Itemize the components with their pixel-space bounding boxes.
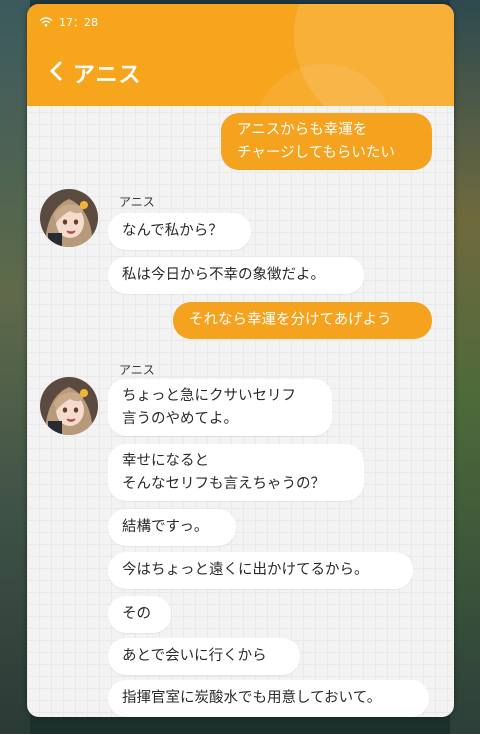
sender-name: アニス: [119, 195, 155, 209]
chevron-left-icon: [50, 61, 62, 81]
incoming-message: その: [108, 596, 171, 633]
incoming-message: 指揮官室に炭酸水でも用意しておいて。: [108, 680, 429, 717]
background-scene-left: [0, 0, 30, 734]
avatar: [40, 377, 98, 435]
incoming-message: ちょっと急にクサいセリフ 言うのやめてよ。: [108, 379, 332, 436]
status-bar: 17：28: [39, 14, 98, 30]
incoming-message: あとで会いに行くから: [108, 638, 300, 675]
status-time: 17：28: [59, 16, 98, 29]
avatar-image: [40, 377, 98, 435]
sender-name: アニス: [119, 363, 155, 377]
incoming-message: 私は今日から不幸の象徴だよ。: [108, 257, 364, 294]
avatar-image: [40, 189, 98, 247]
avatar: [40, 189, 98, 247]
chat-header: 17：28 アニス: [27, 4, 454, 106]
chat-panel: 17：28 アニス アニスからも幸運を チャージしてもらいたい アニス なんで私…: [27, 4, 454, 717]
incoming-message: 幸せになると そんなセリフも言えちゃうの？: [108, 444, 364, 501]
incoming-message: 結構ですっ。: [108, 509, 236, 546]
back-button[interactable]: [41, 54, 71, 88]
chat-title: アニス: [73, 63, 142, 88]
outgoing-message: それなら幸運を分けてあげよう: [173, 302, 432, 339]
incoming-message: 今はちょっと遠くに出かけてるから。: [108, 552, 413, 589]
incoming-message: なんで私から？: [108, 213, 251, 250]
outgoing-message: アニスからも幸運を チャージしてもらいたい: [221, 113, 432, 170]
background-scene-right: [450, 0, 480, 734]
wifi-icon: [39, 17, 53, 27]
